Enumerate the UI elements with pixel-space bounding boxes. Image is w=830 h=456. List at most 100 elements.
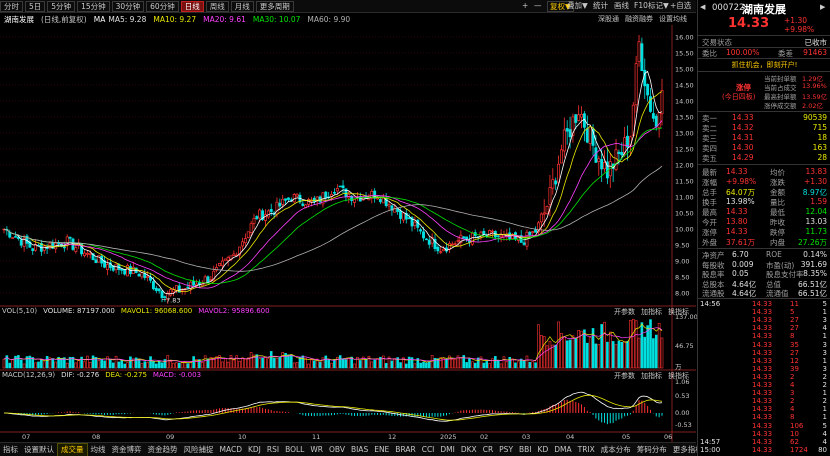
sgt-link[interactable]: 深股通 (598, 15, 619, 23)
indicator-tab-6[interactable]: 风险捕捉 (181, 444, 217, 456)
indicator-tab-12[interactable]: OBV (326, 444, 348, 456)
indicator-tab-11[interactable]: WR (307, 444, 326, 456)
volume-bar (83, 361, 86, 369)
indicator-tab-25[interactable]: 成本分布 (598, 444, 634, 456)
price-axis-label: 12.50 (675, 146, 694, 154)
indicator-tab-21[interactable]: BBI (516, 444, 535, 456)
toolbar-plus-button[interactable]: + (522, 1, 528, 12)
volume-bar (86, 355, 89, 369)
tick-time: 14:56 (700, 300, 721, 308)
indicator-tab-7[interactable]: MACD (217, 444, 245, 456)
stats-button[interactable]: 统计 (593, 1, 608, 12)
indicator-tab-8[interactable]: KDJ (245, 444, 264, 456)
volume-bar (502, 356, 506, 369)
macd-param-button[interactable]: 开参数 (614, 372, 635, 380)
indicator-tab-2[interactable]: 成交量 (57, 442, 88, 456)
period-tab-2[interactable]: 5分钟 (47, 0, 76, 12)
period-tab-4[interactable]: 30分钟 (111, 0, 145, 12)
indicator-tab-5[interactable]: 资金趋势 (145, 444, 181, 456)
stock-code: 000722 (712, 3, 745, 13)
indicator-tab-1[interactable]: 设置默认 (21, 444, 57, 456)
macd-add-indicator-button[interactable]: 加指标 (641, 372, 662, 380)
period-tab-9[interactable]: 更多周期 (255, 0, 294, 12)
volume-bar (568, 339, 572, 369)
indicator-tab-18[interactable]: DKX (458, 444, 480, 456)
volume-bar (620, 341, 624, 369)
indicator-tab-15[interactable]: BRAR (392, 444, 418, 456)
period-tab-1[interactable]: 5日 (25, 0, 46, 12)
tick-count: 2 (822, 372, 827, 381)
volume-bar (603, 321, 606, 369)
ma-settings-link[interactable]: 设置均线 (659, 15, 687, 23)
volume-bar (103, 360, 106, 369)
indicator-tab-0[interactable]: 指标 (0, 444, 21, 456)
candle-body (341, 185, 345, 189)
scroll-left-icon[interactable]: ◀ (700, 3, 705, 11)
indicator-tab-26[interactable]: 筹码分布 (634, 444, 670, 456)
margin-link[interactable]: 融资融券 (625, 15, 653, 23)
indicator-tab-9[interactable]: RSI (264, 444, 282, 456)
price-axis-label: 9.50 (675, 242, 689, 250)
fin-row: 流通股 4.64亿 流通值 66.51亿 (698, 288, 830, 298)
candle-body (465, 236, 469, 240)
volume-bar (140, 363, 144, 369)
candle-body (488, 230, 492, 237)
indicator-tab-10[interactable]: BOLL (282, 444, 307, 456)
mark-button[interactable]: 标记▼ (648, 1, 669, 12)
indicator-tab-20[interactable]: PSY (496, 444, 516, 456)
open-account-banner[interactable]: 抓住机会，即刻开户! (732, 61, 798, 69)
indicator-tab-13[interactable]: BIAS (348, 444, 371, 456)
period-tab-5[interactable]: 60分钟 (146, 0, 179, 12)
indicator-tab-16[interactable]: CCI (419, 444, 438, 456)
period-tab-8[interactable]: 月线 (230, 0, 254, 12)
volume-bar (427, 361, 431, 369)
ask-row[interactable]: 卖三 14.31 18 (698, 133, 830, 143)
toolbar-minus-button[interactable]: — (534, 1, 542, 12)
indicator-tab-17[interactable]: DMI (437, 444, 457, 456)
f10-button[interactable]: F10 (634, 1, 648, 12)
volume-bar (154, 363, 158, 369)
scroll-right-icon[interactable]: ▶ (820, 3, 825, 11)
indicator-tab-24[interactable]: TRIX (575, 444, 598, 456)
period-tab-0[interactable]: 分时 (0, 0, 23, 12)
date-axis-label: 03 (522, 433, 530, 441)
volume-bar (88, 362, 92, 369)
indicator-tab-14[interactable]: ENE (371, 444, 392, 456)
draw-line-button[interactable]: 画线 (614, 1, 629, 12)
tick-count: 2 (822, 381, 827, 389)
volume-bar (249, 352, 253, 369)
ask-row[interactable]: 卖四 14.30 163 (698, 143, 830, 153)
period-tab-3[interactable]: 15分钟 (77, 0, 110, 12)
ask-row[interactable]: 卖二 14.32 715 (698, 123, 830, 133)
overlay-button[interactable]: 叠加▼ (567, 1, 588, 12)
indicator-tab-23[interactable]: DMA (551, 444, 574, 456)
vol-value: VOLUME: 87197.000 (43, 307, 115, 315)
candle-body (450, 243, 454, 246)
period-tab-6[interactable]: 日线 (180, 0, 204, 12)
price-change: +1.30 (784, 16, 807, 25)
candle-body (614, 149, 618, 171)
volume-bar (120, 359, 124, 369)
vol-change-indicator-button[interactable]: 换指标 (668, 308, 689, 316)
candle-body (580, 114, 583, 118)
volume-bar (626, 340, 629, 369)
kline-chart[interactable]: 16.00 15.50 15.00 14.50 14.00 13.50 13.00 12.50… (0, 25, 697, 442)
indicator-tab-3[interactable]: 均线 (88, 444, 109, 456)
macd-axis-label: 0.53 (675, 392, 689, 400)
macd-change-indicator-button[interactable]: 换指标 (668, 372, 689, 380)
indicator-tab-19[interactable]: CR (480, 444, 496, 456)
volume-bar (514, 362, 517, 369)
indicator-tab-22[interactable]: KD (535, 444, 552, 456)
candle-body (31, 248, 35, 251)
volume-bar (384, 363, 388, 369)
ask-row[interactable]: 卖五 14.29 28 (698, 153, 830, 163)
vol-add-indicator-button[interactable]: 加指标 (641, 308, 662, 316)
volume-bar (166, 355, 170, 369)
candle-body (218, 263, 221, 267)
ask-row[interactable]: 卖一 14.33 90539 (698, 113, 830, 123)
add-watchlist-button[interactable]: +自选 (670, 1, 691, 12)
period-tab-7[interactable]: 周线 (205, 0, 229, 12)
vol-param-button[interactable]: 开参数 (614, 308, 635, 316)
indicator-tab-4[interactable]: 资金博弈 (109, 444, 145, 456)
price-change-pct: +9.98% (784, 25, 815, 34)
